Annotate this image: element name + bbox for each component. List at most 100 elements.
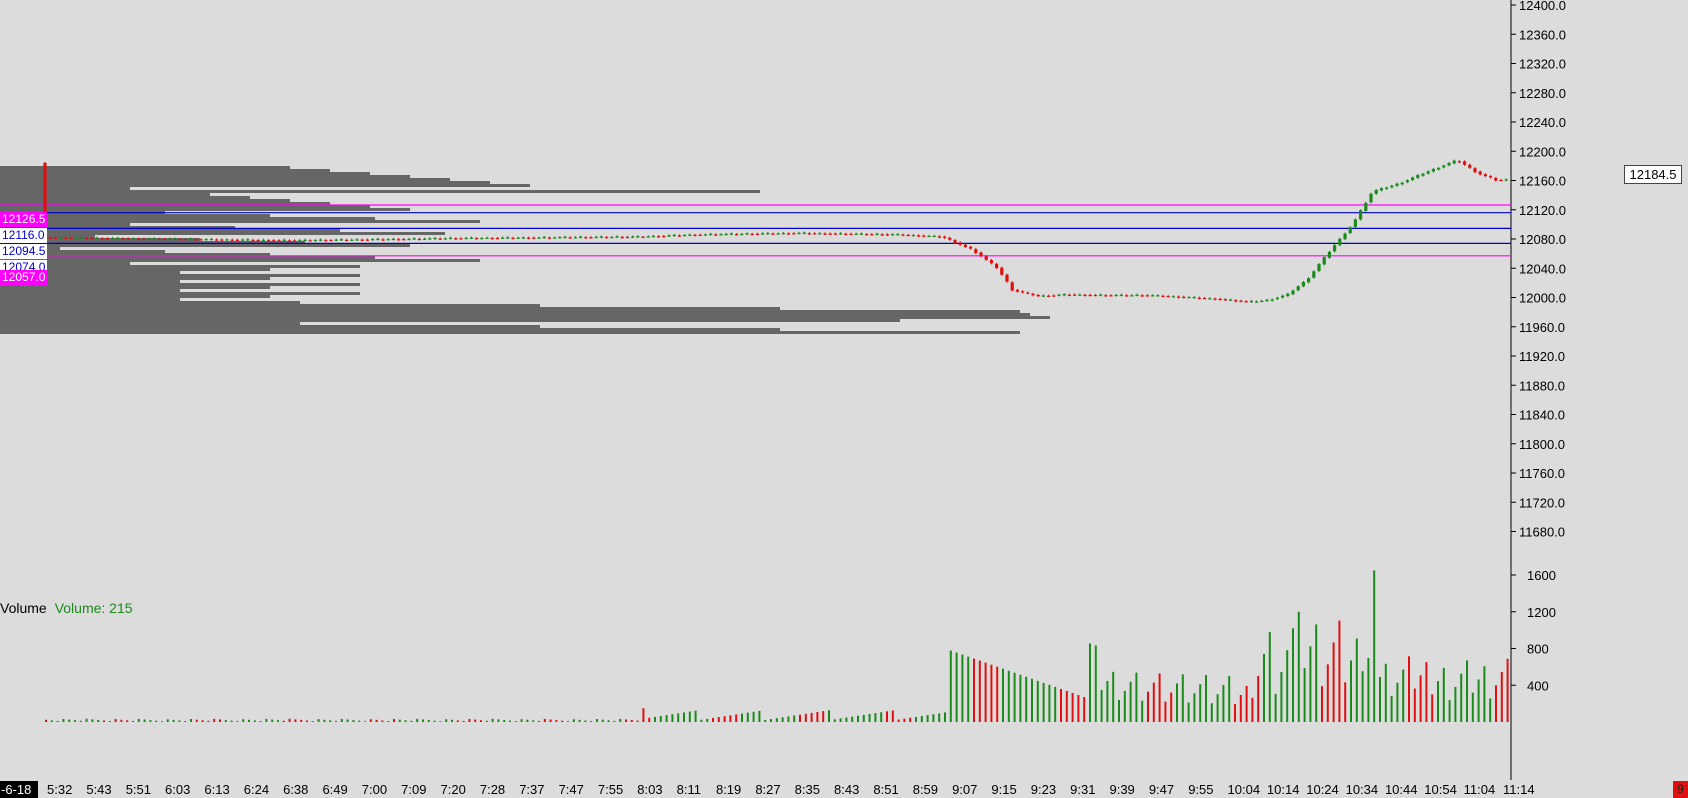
volume-bar — [201, 720, 204, 722]
volume-bar — [781, 717, 784, 722]
candle-body — [698, 234, 702, 236]
volume-bar — [816, 712, 819, 722]
candle-body — [974, 249, 978, 254]
price-tick-label: 11680.0 — [1519, 525, 1565, 540]
candle-body — [272, 240, 276, 242]
candle-body — [137, 238, 141, 240]
candle-body — [85, 237, 89, 240]
candle-body — [740, 233, 744, 236]
volume-bar — [746, 712, 749, 722]
candle-body — [511, 237, 515, 240]
candle-body — [761, 233, 765, 235]
volume-bar — [793, 715, 796, 722]
candle-body — [386, 239, 390, 241]
volume-bar — [1193, 693, 1196, 722]
candle-body — [641, 236, 645, 238]
volume-bar — [828, 710, 830, 722]
volume-profile-bar — [0, 301, 300, 304]
candle-body — [1218, 298, 1222, 301]
candle-body — [1338, 238, 1342, 246]
candle-body — [1114, 295, 1118, 297]
candle-body — [1379, 188, 1383, 191]
volume-bar — [1495, 685, 1497, 722]
volume-bar — [323, 719, 326, 722]
candle-body — [963, 244, 967, 247]
candle-body — [1083, 294, 1087, 297]
volume-bar — [1413, 688, 1416, 722]
volume-bar — [1390, 695, 1393, 722]
volume-bar — [294, 719, 297, 722]
candle-body — [677, 235, 681, 237]
candle-body — [1156, 295, 1160, 297]
price-tick-label: 12320.0 — [1519, 57, 1566, 72]
price-tick-label: 12120.0 — [1519, 203, 1566, 218]
candle-body — [1223, 299, 1227, 301]
volume-bar — [1199, 684, 1202, 722]
candle-body — [1255, 301, 1259, 303]
candle-body — [412, 238, 416, 240]
volume-bar — [683, 712, 685, 722]
volume-bar — [1031, 678, 1033, 722]
candle-body — [1125, 295, 1129, 297]
volume-bar — [1263, 654, 1265, 722]
volume-bar — [1442, 667, 1445, 722]
volume-profile-bar — [0, 298, 180, 301]
volume-bar — [1210, 703, 1213, 722]
candle-body — [350, 239, 354, 241]
volume-bar — [891, 710, 894, 722]
volume-bar — [375, 719, 378, 722]
candle-body — [911, 235, 915, 237]
candle-body — [1353, 219, 1357, 227]
volume-bar — [166, 719, 169, 722]
candle-body — [126, 238, 130, 240]
volume-profile-bar — [0, 220, 480, 223]
volume-bar — [1280, 672, 1283, 722]
chart-area[interactable]: 12400.0 12360.0 12320.0 12280.0 12240.0 12200… — [0, 0, 1688, 798]
candle-body — [334, 239, 338, 241]
volume-bar — [1466, 660, 1468, 722]
volume-bar — [752, 711, 755, 722]
volume-bar — [1274, 693, 1277, 722]
volume-tick-label: 1200 — [1527, 605, 1556, 620]
candle-body — [729, 233, 733, 235]
volume-bar — [1454, 686, 1457, 722]
candle-body — [194, 239, 198, 241]
candle-body — [563, 236, 567, 239]
volume-bar — [1373, 570, 1376, 722]
volume-bar — [1425, 662, 1428, 722]
candle-body — [818, 233, 822, 235]
candle-body — [501, 237, 505, 239]
volume-bar — [1303, 668, 1306, 722]
candle-body — [672, 234, 676, 237]
candle-body — [636, 236, 640, 238]
volume-profile-bar — [0, 265, 360, 268]
volume-profile-bar — [0, 289, 180, 292]
volume-bar — [132, 720, 134, 722]
candle-body — [1494, 178, 1498, 181]
volume-bar — [462, 720, 465, 722]
candle-body — [1504, 179, 1508, 181]
candle-body — [1239, 300, 1243, 302]
volume-bar — [810, 712, 813, 722]
volume-tick-label: 400 — [1527, 678, 1549, 693]
candle-body — [527, 237, 531, 239]
candle-body — [308, 240, 312, 242]
volume-bar — [195, 719, 198, 722]
volume-bar — [567, 721, 569, 722]
candle-body — [246, 239, 250, 241]
volume-bar — [973, 658, 975, 722]
volume-bar — [1437, 681, 1439, 722]
candle-body — [771, 233, 775, 235]
candle-body — [1151, 295, 1155, 297]
candle-body — [979, 252, 983, 257]
volume-profile-bar — [0, 190, 760, 193]
candle-body — [209, 238, 213, 241]
volume-bar — [358, 720, 361, 722]
price-tick-label: 11760.0 — [1519, 466, 1565, 481]
candle-body — [516, 237, 520, 239]
candle-body — [1281, 295, 1285, 298]
candle-body — [1213, 298, 1217, 300]
candle-body — [610, 237, 614, 239]
price-chart-svg[interactable]: 12400.0 12360.0 12320.0 12280.0 12240.0 12200… — [0, 0, 1688, 798]
volume-bar — [520, 719, 523, 722]
